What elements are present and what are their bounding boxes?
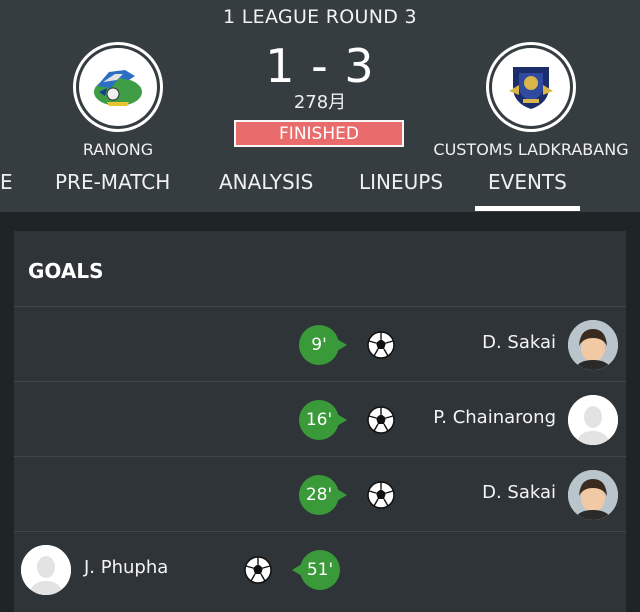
player-avatar[interactable] — [568, 470, 618, 520]
score-block: 1 - 3 278月 — [220, 38, 420, 114]
goal-minute: 28' — [299, 475, 347, 515]
player-name: J. Phupha — [84, 557, 169, 578]
home-team-name: RANONG — [82, 140, 154, 159]
match-tabs: E PRE-MATCH ANALYSIS LINEUPS EVENTS — [0, 160, 640, 212]
goal-minute: 9' — [299, 325, 347, 365]
match-date: 278月 — [293, 92, 347, 113]
away-team-name: CUSTOMS LADKRABANG — [433, 140, 629, 159]
goal-row[interactable]: 16' P. Chainarong — [14, 381, 626, 456]
tab-events[interactable]: EVENTS — [488, 170, 567, 194]
status-badge: FINISHED — [234, 120, 404, 147]
goal-row[interactable]: 28' D. Sakai — [14, 456, 626, 531]
player-name: D. Sakai — [482, 332, 556, 353]
player-name: P. Chainarong — [433, 407, 556, 428]
player-avatar-placeholder[interactable] — [568, 395, 618, 445]
match-header: 1 LEAGUE ROUND 3 RANONG 1 - 3 278月 FINIS… — [0, 0, 640, 212]
player-name: D. Sakai — [482, 482, 556, 503]
goal-row[interactable]: 9' D. Sakai — [14, 306, 626, 381]
home-team[interactable]: RANONG — [18, 42, 218, 159]
score: 1 - 3 — [265, 39, 375, 93]
goal-minute: 16' — [299, 400, 347, 440]
player-avatar[interactable] — [568, 320, 618, 370]
soccer-ball-icon — [367, 331, 395, 359]
tab-pre-match[interactable]: PRE-MATCH — [55, 170, 170, 194]
ranong-crest-icon — [94, 70, 142, 106]
soccer-ball-icon — [367, 406, 395, 434]
active-tab-indicator — [475, 206, 580, 211]
player-avatar-placeholder[interactable] — [21, 545, 71, 595]
home-team-logo[interactable] — [73, 42, 163, 132]
goals-card: GOALS 9' D. Sakai 16' P. Chainarong 28' … — [14, 231, 626, 612]
goal-minute: 51' — [292, 550, 340, 590]
tab-analysis[interactable]: ANALYSIS — [219, 170, 313, 194]
away-team-logo[interactable] — [486, 42, 576, 132]
section-title: GOALS — [28, 259, 104, 283]
goal-row[interactable]: J. Phupha 51' — [14, 531, 626, 606]
soccer-ball-icon — [367, 481, 395, 509]
customs-crest-icon — [509, 67, 553, 109]
tab-lineups[interactable]: LINEUPS — [359, 170, 443, 194]
tab-partial[interactable]: E — [0, 170, 13, 194]
round-title: 1 LEAGUE ROUND 3 — [223, 6, 417, 28]
away-team[interactable]: CUSTOMS LADKRABANG — [431, 42, 631, 159]
soccer-ball-icon — [244, 556, 272, 584]
